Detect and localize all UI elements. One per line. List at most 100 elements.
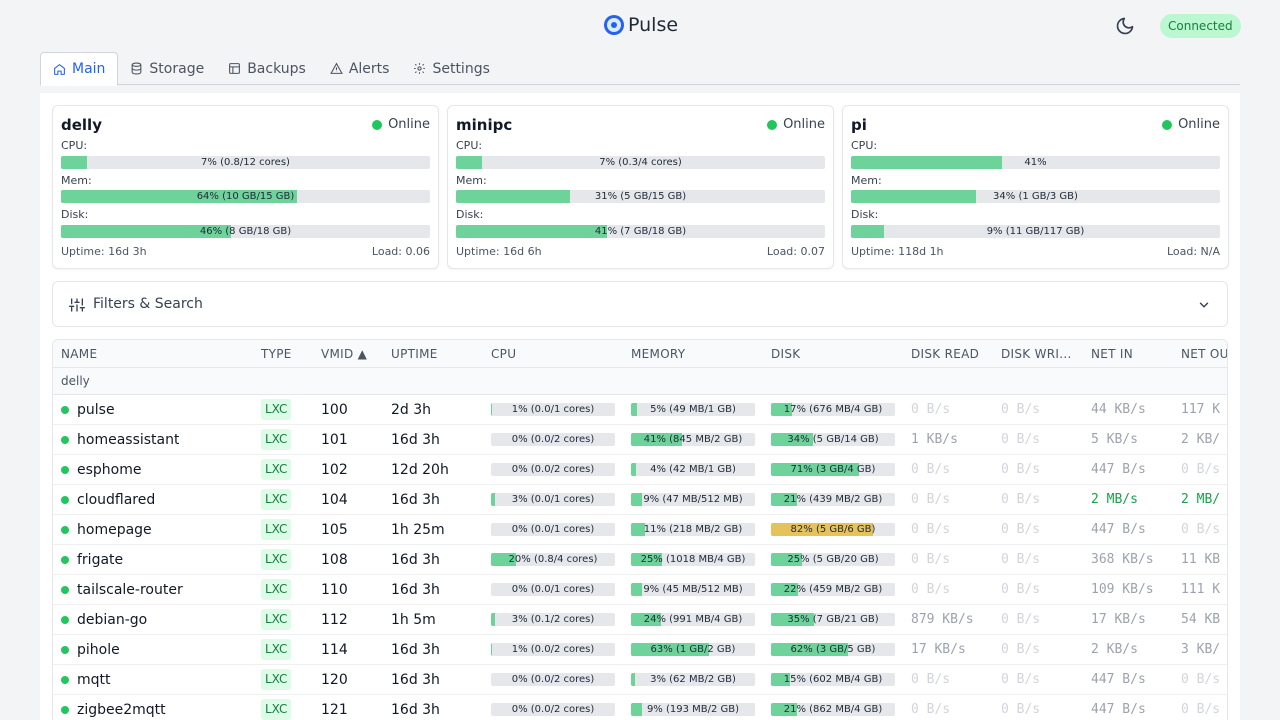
usage-bar-text: 35% (7 GB/21 GB) <box>787 614 879 625</box>
guest-uptime: 1h 5m <box>391 612 436 628</box>
usage-bar: 24% (991 MB/4 GB) <box>631 613 755 626</box>
table-row[interactable]: zigbee2mqtt LXC 121 16d 3h 0% (0.0/2 cores) 9… <box>53 695 1227 720</box>
cpu-bar: 41% <box>851 156 1220 169</box>
guest-uptime: 16d 3h <box>391 492 440 508</box>
tab-label: Alerts <box>348 60 390 77</box>
gear-icon <box>414 63 426 74</box>
table-row[interactable]: homeassistant LXC 101 16d 3h 0% (0.0/2 cores… <box>53 425 1227 455</box>
mem-bar: 34% (1 GB/3 GB) <box>851 190 1220 203</box>
usage-bar: 5% (49 MB/1 GB) <box>631 403 755 416</box>
cpu-bar: 7% (0.3/4 cores) <box>456 156 825 169</box>
app-header: Pulse Connected <box>0 0 1280 52</box>
mem-label: Mem: <box>851 174 882 187</box>
table-header: NAME TYPE VMID ▲ UPTIME CPU MEMORY DISK DISK RE… <box>53 340 1227 368</box>
disk-write: 0 B/s <box>1001 432 1041 447</box>
column-header-4[interactable]: CPU <box>491 340 516 368</box>
guest-vmid: 105 <box>321 522 348 538</box>
node-name: delly <box>61 116 102 134</box>
guest-name[interactable]: homeassistant <box>77 425 179 455</box>
column-header-1[interactable]: TYPE <box>261 340 292 368</box>
node-uptime: Uptime: 118d 1h <box>851 245 944 258</box>
mem-bar-text: 64% (10 GB/15 GB) <box>196 191 295 202</box>
type-badge: LXC <box>261 399 292 420</box>
tab-main[interactable]: Main <box>40 52 119 86</box>
guest-name[interactable]: mqtt <box>77 665 111 695</box>
disk-read: 0 B/s <box>911 552 951 567</box>
disk-write: 0 B/s <box>1001 612 1041 627</box>
disk-read: 0 B/s <box>911 492 951 507</box>
node-card-pi[interactable]: pi Online CPU: 41% Mem: 34% (1 GB/3 GB) Disk: 9… <box>842 105 1229 269</box>
status-dot-icon <box>61 436 69 444</box>
filters-search-toggle[interactable]: Filters & Search <box>52 281 1228 327</box>
disk-read: 0 B/s <box>911 582 951 597</box>
column-header-7[interactable]: DISK READ <box>911 340 979 368</box>
usage-bar-text: 63% (1 GB/2 GB) <box>650 644 736 655</box>
node-card-delly[interactable]: delly Online CPU: 7% (0.8/12 cores) Mem: 64% … <box>52 105 439 269</box>
table-row[interactable]: pihole LXC 114 16d 3h 1% (0.0/2 cores) 63% (1… <box>53 635 1227 665</box>
net-out: 3 KB/ <box>1181 642 1221 657</box>
node-status-text: Online <box>783 117 825 132</box>
node-load: Load: 0.07 <box>766 245 825 258</box>
column-header-2[interactable]: VMID ▲ <box>321 340 367 368</box>
column-header-5[interactable]: MEMORY <box>631 340 685 368</box>
tab-storage[interactable]: Storage <box>118 52 216 85</box>
usage-bar-text: 0% (0.0/2 cores) <box>511 464 595 475</box>
guest-uptime: 12d 20h <box>391 462 449 478</box>
guest-name[interactable]: cloudflared <box>77 485 155 515</box>
column-header-6[interactable]: DISK <box>771 340 800 368</box>
guest-name[interactable]: pihole <box>77 635 120 665</box>
status-dot-icon <box>61 496 69 504</box>
column-header-3[interactable]: UPTIME <box>391 340 438 368</box>
usage-bar: 15% (602 MB/4 GB) <box>771 673 895 686</box>
column-header-10[interactable]: NET OU <box>1181 340 1227 368</box>
usage-bar-text: 9% (45 MB/512 MB) <box>643 584 743 595</box>
node-status: Online <box>1162 117 1220 132</box>
type-badge: LXC <box>261 639 292 660</box>
table-row[interactable]: debian-go LXC 112 1h 5m 3% (0.1/2 cores) 24% … <box>53 605 1227 635</box>
guest-vmid: 120 <box>321 672 348 688</box>
column-header-8[interactable]: DISK WRI... <box>1001 340 1072 368</box>
node-card-minipc[interactable]: minipc Online CPU: 7% (0.3/4 cores) Mem: 31% … <box>447 105 834 269</box>
guest-name[interactable]: frigate <box>77 545 123 575</box>
guest-name[interactable]: esphome <box>77 455 141 485</box>
tab-settings[interactable]: Settings <box>401 52 501 85</box>
disk-write: 0 B/s <box>1001 702 1041 717</box>
main-panel: delly Online CPU: 7% (0.8/12 cores) Mem: 64% … <box>40 93 1240 720</box>
table-row[interactable]: pulse LXC 100 2d 3h 1% (0.0/1 cores) 5% (49 M… <box>53 395 1227 425</box>
guest-name[interactable]: homepage <box>77 515 152 545</box>
usage-bar: 62% (3 GB/5 GB) <box>771 643 895 656</box>
usage-bar: 0% (0.0/2 cores) <box>491 433 615 446</box>
usage-bar-text: 1% (0.0/1 cores) <box>511 404 595 415</box>
table-row[interactable]: esphome LXC 102 12d 20h 0% (0.0/2 cores) 4% (… <box>53 455 1227 485</box>
guest-name[interactable]: pulse <box>77 395 115 425</box>
usage-bar: 3% (62 MB/2 GB) <box>631 673 755 686</box>
column-header-9[interactable]: NET IN <box>1091 340 1133 368</box>
disk-bar: 46% (8 GB/18 GB) <box>61 225 430 238</box>
mem-label: Mem: <box>61 174 92 187</box>
type-badge: LXC <box>261 579 292 600</box>
tab-alerts[interactable]: Alerts <box>318 52 402 85</box>
tab-backups[interactable]: Backups <box>216 52 318 85</box>
table-row[interactable]: cloudflared LXC 104 16d 3h 3% (0.0/1 cores) 9… <box>53 485 1227 515</box>
usage-bar: 0% (0.0/1 cores) <box>491 583 615 596</box>
guest-name[interactable]: zigbee2mqtt <box>77 695 166 720</box>
guest-uptime: 16d 3h <box>391 642 440 658</box>
table-row[interactable]: frigate LXC 108 16d 3h 20% (0.8/4 cores) 25% … <box>53 545 1227 575</box>
type-badge: LXC <box>261 609 292 630</box>
guest-vmid: 108 <box>321 552 348 568</box>
guest-name[interactable]: tailscale-router <box>77 575 183 605</box>
disk-write: 0 B/s <box>1001 582 1041 597</box>
archive-icon <box>229 63 241 74</box>
table-row[interactable]: tailscale-router LXC 110 16d 3h 0% (0.0/1 co… <box>53 575 1227 605</box>
usage-bar-text: 0% (0.0/1 cores) <box>511 524 595 535</box>
database-icon <box>132 62 142 75</box>
net-in: 5 KB/s <box>1091 432 1138 447</box>
table-row[interactable]: mqtt LXC 120 16d 3h 0% (0.0/2 cores) 3% (62 M… <box>53 665 1227 695</box>
guest-name[interactable]: debian-go <box>77 605 147 635</box>
status-dot-icon <box>61 616 69 624</box>
usage-bar: 35% (7 GB/21 GB) <box>771 613 895 626</box>
moon-icon[interactable] <box>1115 16 1135 36</box>
column-header-0[interactable]: NAME <box>61 340 97 368</box>
table-row[interactable]: homepage LXC 105 1h 25m 0% (0.0/1 cores) 11% … <box>53 515 1227 545</box>
usage-bar-text: 5% (49 MB/1 GB) <box>650 404 736 415</box>
